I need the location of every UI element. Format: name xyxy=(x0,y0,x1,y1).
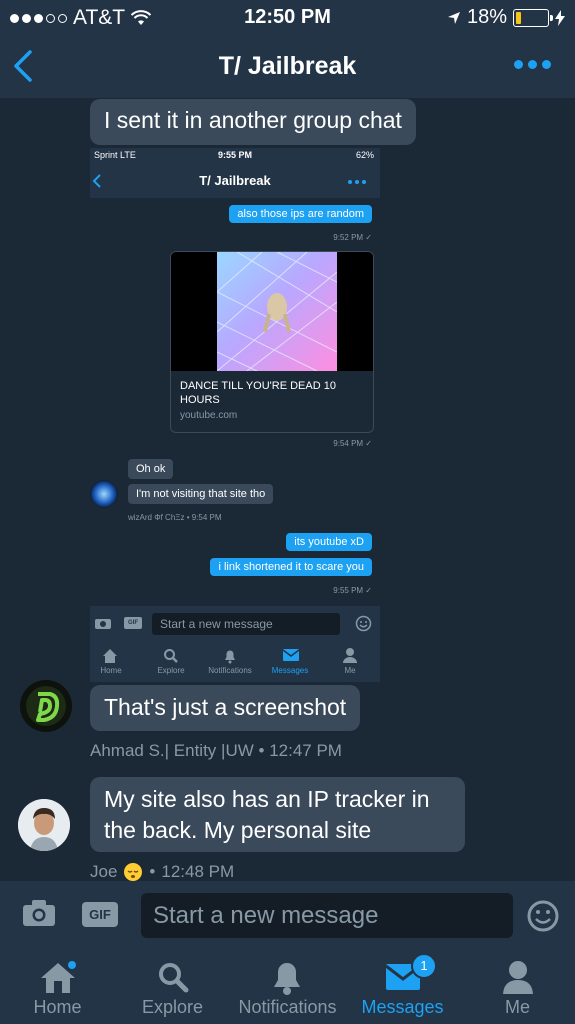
embedded-tab-messages: Messages xyxy=(271,666,309,675)
status-right: 18% xyxy=(447,6,565,29)
embedded-sender-meta: wizArd Φf ChΞz • 9:54 PM xyxy=(128,513,222,522)
search-icon xyxy=(159,963,189,993)
embedded-screenshot[interactable]: Sprint LTE 9:55 PM 62% T/ Jailbreak also… xyxy=(90,148,380,682)
embedded-time: 9:55 PM xyxy=(217,150,252,160)
embedded-message-input: Start a new message xyxy=(152,613,340,635)
emoji-button[interactable] xyxy=(526,899,560,938)
sleepy-emoji-icon xyxy=(124,863,143,881)
sender-name: Ahmad S.| Entity |UW xyxy=(90,741,254,760)
avatar-photo xyxy=(18,799,70,851)
status-bar: AT&T 12:50 PM 18% xyxy=(0,0,575,34)
message-time: 12:48 PM xyxy=(161,862,235,881)
message-bubble[interactable]: I sent it in another group chat xyxy=(90,99,416,145)
embedded-tab-bar: Home Explore Notifications Messages Me xyxy=(90,642,380,682)
message-input[interactable]: Start a new message xyxy=(141,893,513,938)
location-arrow-icon xyxy=(447,11,460,24)
embedded-message-meta: 9:54 PM ✓ xyxy=(333,439,372,448)
video-thumbnail xyxy=(171,252,373,372)
embedded-avatar xyxy=(90,480,118,508)
battery-percent: 18% xyxy=(466,6,507,28)
avatar-d-logo xyxy=(20,680,72,732)
message-text: I sent it in another group chat xyxy=(104,107,402,133)
tab-label: Home xyxy=(33,997,82,1017)
embedded-bell-icon xyxy=(225,650,235,664)
embedded-message-sent: i link shortened it to scare you xyxy=(210,558,372,576)
charging-bolt-icon xyxy=(555,9,565,26)
embedded-gif-icon: GIF xyxy=(124,617,142,629)
message-bubble[interactable]: My site also has an IP tracker in the ba… xyxy=(90,777,465,852)
tab-explore[interactable]: Explore xyxy=(115,949,230,1024)
tab-me[interactable]: Me xyxy=(460,949,575,1024)
tab-label: Me xyxy=(504,997,530,1017)
conversation-title: T/ Jailbreak xyxy=(218,52,357,80)
message-meta: Ahmad S.| Entity |UW • 12:47 PM xyxy=(90,741,342,760)
embedded-emoji-icon xyxy=(355,615,372,632)
tab-label: Messages xyxy=(361,997,444,1017)
embedded-tab-explore: Explore xyxy=(157,666,185,675)
tab-notifications[interactable]: Notifications xyxy=(230,949,345,1024)
message-text: That's just a screenshot xyxy=(104,694,347,720)
embedded-envelope-icon xyxy=(282,649,300,661)
embedded-message-meta: 9:52 PM ✓ xyxy=(333,233,372,242)
embedded-message-sent: its youtube xD xyxy=(286,533,372,551)
embedded-battery: 62% xyxy=(355,150,374,160)
camera-button[interactable] xyxy=(22,899,56,932)
tab-bar: Home Explore Notifications 1 Messages Me xyxy=(0,949,575,1024)
embedded-message-received: Oh ok xyxy=(128,459,174,479)
embedded-tab-me: Me xyxy=(344,666,356,675)
embedded-message-received: I'm not visiting that site tho xyxy=(128,484,274,504)
message-meta: Joe • 12:48 PM xyxy=(90,862,235,881)
tab-label: Explore xyxy=(141,997,204,1017)
link-preview-card: DANCE TILL YOU'RE DEAD 10 HOURS youtube.… xyxy=(170,251,374,433)
message-bubble[interactable]: That's just a screenshot xyxy=(90,685,361,731)
tab-messages[interactable]: 1 Messages xyxy=(345,949,460,1024)
battery-icon xyxy=(513,8,553,27)
embedded-message-meta: 9:55 PM ✓ xyxy=(333,586,372,595)
embedded-tab-home: Home xyxy=(100,666,122,675)
emoji-icon xyxy=(527,900,559,932)
compose-bar: GIF Start a new message xyxy=(0,881,575,949)
embedded-search-icon xyxy=(164,649,178,663)
person-icon xyxy=(503,961,533,994)
tab-label: Notifications xyxy=(238,997,337,1017)
link-domain: youtube.com xyxy=(180,410,238,421)
embedded-person-icon xyxy=(343,648,357,663)
embedded-tab-notifications: Notifications xyxy=(208,666,252,675)
camera-icon xyxy=(23,900,55,926)
embedded-home-icon xyxy=(103,649,117,663)
embedded-camera-icon xyxy=(95,619,111,629)
nav-bar: T/ Jailbreak xyxy=(0,34,575,98)
messages-badge: 1 xyxy=(411,953,437,979)
avatar[interactable] xyxy=(18,799,70,851)
more-options-button[interactable] xyxy=(514,60,551,69)
bell-icon xyxy=(274,963,300,995)
embedded-status-bar: Sprint LTE 9:55 PM 62% xyxy=(90,148,380,164)
embedded-more-icon xyxy=(348,180,366,184)
grid-pattern xyxy=(216,252,338,372)
home-icon xyxy=(41,961,76,993)
link-title: DANCE TILL YOU'RE DEAD 10 HOURS xyxy=(180,380,336,406)
embedded-compose-bar: GIF Start a new message xyxy=(90,606,380,642)
message-time: 12:47 PM xyxy=(269,741,342,760)
embedded-message-sent: also those ips are random xyxy=(229,205,372,223)
gif-button[interactable]: GIF xyxy=(82,902,118,927)
sender-name: Joe xyxy=(90,862,118,881)
tab-home[interactable]: Home xyxy=(0,949,115,1024)
video-frame xyxy=(216,252,338,372)
message-text: My site also has an IP tracker in the ba… xyxy=(104,786,430,843)
avatar[interactable] xyxy=(20,680,72,732)
embedded-nav-bar: T/ Jailbreak xyxy=(90,164,380,198)
embedded-title: T/ Jailbreak xyxy=(199,173,271,188)
